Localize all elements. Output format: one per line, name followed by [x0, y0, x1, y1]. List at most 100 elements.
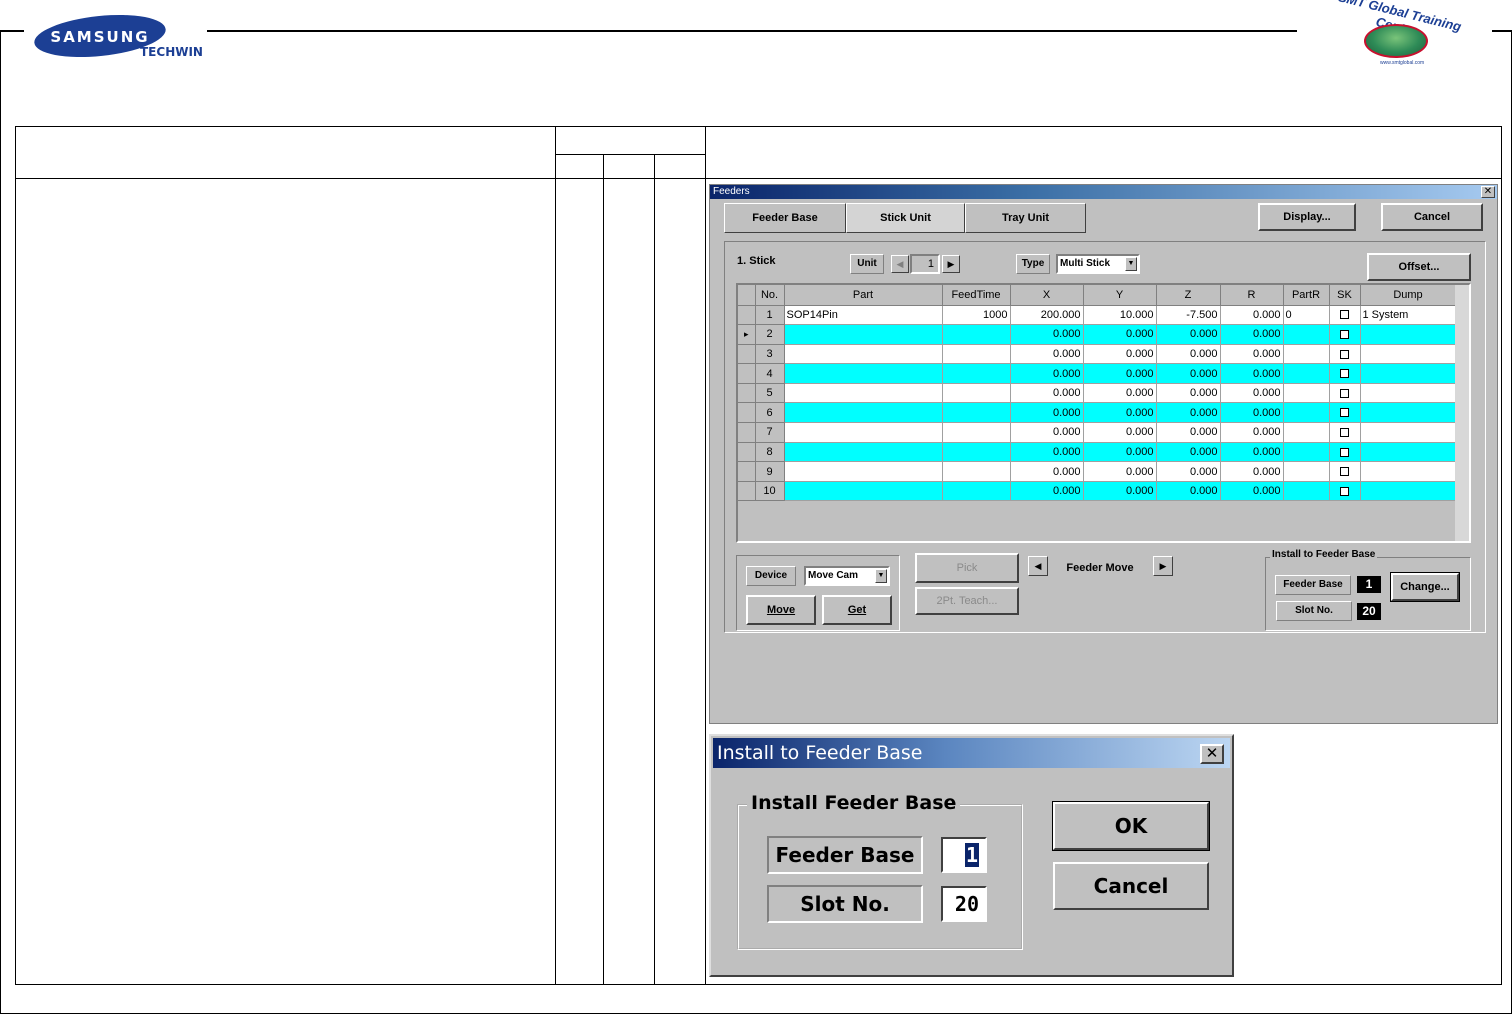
cell-dump[interactable] — [1360, 481, 1457, 502]
row-indicator[interactable] — [738, 383, 756, 404]
cell-y[interactable]: 0.000 — [1083, 344, 1157, 365]
sk-checkbox[interactable] — [1340, 467, 1349, 477]
cell-no[interactable]: 5 — [755, 383, 785, 404]
unit-value[interactable]: 1 — [910, 254, 940, 274]
cell-no[interactable]: 4 — [755, 363, 785, 384]
cell-part[interactable] — [784, 324, 943, 345]
cell-no[interactable]: 9 — [755, 461, 785, 482]
feeder-move-right-button[interactable]: ▶ — [1153, 556, 1173, 576]
row-indicator[interactable] — [738, 363, 756, 384]
table-row[interactable]: 7 0.000 0.000 0.000 0.000 — [738, 422, 1457, 443]
display-button[interactable]: Display... — [1258, 203, 1356, 231]
cell-sk[interactable] — [1329, 461, 1361, 482]
cell-partr[interactable] — [1283, 324, 1330, 345]
cell-partr[interactable] — [1283, 383, 1330, 404]
sk-checkbox[interactable] — [1340, 427, 1349, 437]
tab-tray-unit[interactable]: Tray Unit — [965, 203, 1086, 233]
cell-r[interactable]: 0.000 — [1220, 324, 1284, 345]
cell-feedtime[interactable]: 1000 — [942, 305, 1011, 326]
unit-next-button[interactable]: ▶ — [942, 255, 960, 273]
cell-z[interactable]: 0.000 — [1156, 422, 1221, 443]
row-indicator[interactable] — [738, 442, 756, 463]
cell-z[interactable]: 0.000 — [1156, 324, 1221, 345]
table-row[interactable]: 10 0.000 0.000 0.000 0.000 — [738, 481, 1457, 502]
offset-button[interactable]: Offset... — [1367, 253, 1471, 281]
cell-sk[interactable] — [1329, 383, 1361, 404]
cell-no[interactable]: 6 — [755, 402, 785, 424]
cell-dump[interactable] — [1360, 461, 1457, 482]
cell-x[interactable]: 0.000 — [1010, 422, 1084, 443]
cell-part[interactable] — [784, 481, 943, 502]
change-button[interactable]: Change... — [1390, 572, 1460, 602]
table-row[interactable]: 4 0.000 0.000 0.000 0.000 — [738, 363, 1457, 384]
cell-z[interactable]: -7.500 — [1156, 305, 1221, 326]
cell-partr[interactable] — [1283, 481, 1330, 502]
cell-partr[interactable] — [1283, 363, 1330, 384]
cell-part[interactable] — [784, 363, 943, 384]
cell-no[interactable]: 1 — [755, 305, 785, 326]
row-indicator[interactable] — [738, 305, 756, 326]
cell-r[interactable]: 0.000 — [1220, 402, 1284, 424]
cell-no[interactable]: 8 — [755, 442, 785, 463]
cell-sk[interactable] — [1329, 305, 1361, 326]
cell-z[interactable]: 0.000 — [1156, 344, 1221, 365]
cell-feedtime[interactable] — [942, 363, 1011, 384]
cell-y[interactable]: 0.000 — [1083, 461, 1157, 482]
column-header-x[interactable]: X — [1010, 285, 1084, 306]
cell-feedtime[interactable] — [942, 402, 1011, 424]
cell-z[interactable]: 0.000 — [1156, 402, 1221, 424]
cell-dump[interactable] — [1360, 344, 1457, 365]
cancel-button[interactable]: Cancel — [1381, 203, 1483, 231]
cell-no[interactable]: 10 — [755, 481, 785, 502]
table-row[interactable]: 9 0.000 0.000 0.000 0.000 — [738, 461, 1457, 482]
row-indicator[interactable] — [738, 461, 756, 482]
column-header-z[interactable]: Z — [1156, 285, 1221, 306]
column-header-no[interactable]: No. — [755, 285, 785, 306]
cell-partr[interactable] — [1283, 461, 1330, 482]
cell-partr[interactable] — [1283, 402, 1330, 424]
close-icon[interactable]: ✕ — [1481, 186, 1495, 198]
cell-sk[interactable] — [1329, 324, 1361, 345]
cell-partr[interactable] — [1283, 442, 1330, 463]
cell-x[interactable]: 0.000 — [1010, 461, 1084, 482]
cell-y[interactable]: 0.000 — [1083, 324, 1157, 345]
close-icon[interactable]: ✕ — [1200, 744, 1224, 764]
column-header-feedtime[interactable]: FeedTime — [942, 285, 1011, 306]
cell-dump[interactable] — [1360, 422, 1457, 443]
sk-checkbox[interactable] — [1340, 369, 1349, 379]
sk-checkbox[interactable] — [1340, 486, 1349, 496]
pick-button[interactable]: Pick — [915, 553, 1019, 583]
cell-part[interactable] — [784, 344, 943, 365]
row-indicator[interactable] — [738, 402, 756, 424]
sk-checkbox[interactable] — [1340, 408, 1349, 418]
cell-x[interactable]: 0.000 — [1010, 363, 1084, 384]
cell-r[interactable]: 0.000 — [1220, 305, 1284, 326]
table-row[interactable]: 6 0.000 0.000 0.000 0.000 — [738, 402, 1457, 424]
cell-z[interactable]: 0.000 — [1156, 442, 1221, 463]
sk-checkbox[interactable] — [1340, 310, 1349, 320]
cell-sk[interactable] — [1329, 363, 1361, 384]
chevron-down-icon[interactable]: ▼ — [1125, 257, 1137, 271]
cell-x[interactable]: 0.000 — [1010, 324, 1084, 345]
column-header-sk[interactable]: SK — [1329, 285, 1361, 306]
row-indicator-arrow-icon[interactable]: ▸ — [738, 324, 756, 345]
cell-feedtime[interactable] — [942, 481, 1011, 502]
feeder-move-left-button[interactable]: ◀ — [1028, 556, 1048, 576]
cell-feedtime[interactable] — [942, 422, 1011, 443]
column-header-part[interactable]: Part — [784, 285, 943, 306]
sk-checkbox[interactable] — [1340, 447, 1349, 457]
cell-z[interactable]: 0.000 — [1156, 383, 1221, 404]
cell-part[interactable] — [784, 383, 943, 404]
cell-dump[interactable] — [1360, 363, 1457, 384]
row-indicator[interactable] — [738, 481, 756, 502]
dialog-cancel-button[interactable]: Cancel — [1053, 862, 1209, 910]
cell-dump[interactable] — [1360, 324, 1457, 345]
cell-no[interactable]: 7 — [755, 422, 785, 443]
cell-x[interactable]: 0.000 — [1010, 402, 1084, 424]
cell-r[interactable]: 0.000 — [1220, 442, 1284, 463]
cell-dump[interactable]: 1 System — [1360, 305, 1457, 326]
cell-part[interactable] — [784, 461, 943, 482]
cell-feedtime[interactable] — [942, 383, 1011, 404]
slot-no-input[interactable]: 20 — [941, 886, 987, 922]
cell-sk[interactable] — [1329, 402, 1361, 424]
